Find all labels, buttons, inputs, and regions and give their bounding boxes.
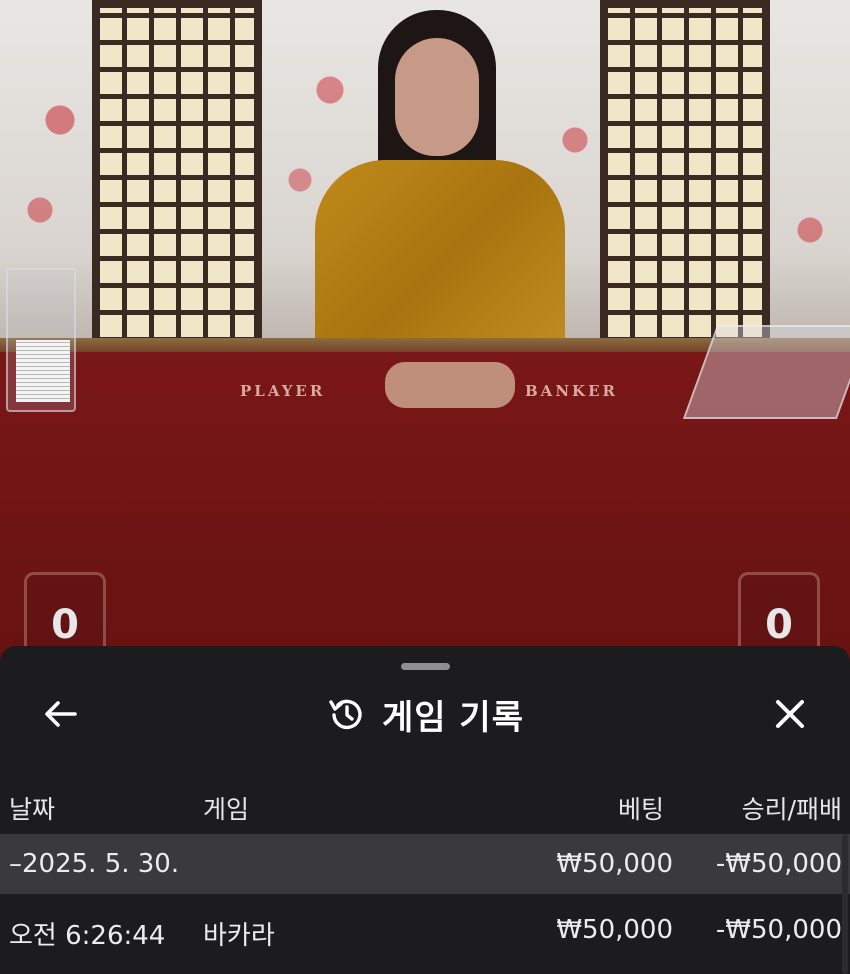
column-header-win-loss[interactable]: 승리/패배 (742, 790, 842, 826)
dealer-hands (385, 362, 515, 408)
date-group-label: –2025. 5. 30. (9, 849, 180, 879)
table-row[interactable]: 오전 6:26:44 바카라 ₩50,000 -₩50,000 (0, 900, 850, 960)
close-button[interactable] (766, 690, 814, 738)
sheet-header: 게임 기록 (0, 690, 850, 738)
dealer-face (395, 38, 479, 156)
game-history-sheet: 게임 기록 날짜 게임 베팅 승리/패배 –2025. 5. 30. ₩50,0… (0, 646, 850, 974)
banker-label: BANKER (525, 382, 618, 400)
date-group-row[interactable]: –2025. 5. 30. ₩50,000 -₩50,000 (0, 834, 850, 894)
column-header-date[interactable]: 날짜 (9, 790, 55, 826)
row-bet: ₩50,000 (556, 915, 673, 945)
lattice-screen-left (92, 0, 262, 345)
scrollbar[interactable] (842, 834, 848, 974)
date-group-win-loss: -₩50,000 (715, 849, 842, 879)
lattice-screen-right (600, 0, 770, 345)
table-header: 날짜 게임 베팅 승리/패배 (0, 776, 850, 824)
row-win-loss: -₩50,000 (715, 915, 842, 945)
row-time: 오전 6:26:44 (9, 921, 166, 951)
player-label: PLAYER (240, 382, 326, 400)
close-x-icon (776, 700, 804, 728)
page-title: 게임 기록 (382, 697, 524, 738)
sheet-grabber-handle[interactable] (401, 663, 450, 670)
column-header-game[interactable]: 게임 (203, 790, 249, 826)
column-header-bet[interactable]: 베팅 (618, 790, 664, 826)
card-stack (16, 340, 70, 402)
history-clock-icon (329, 699, 362, 730)
date-group-bet: ₩50,000 (556, 849, 673, 879)
row-game: 바카라 (203, 921, 275, 951)
